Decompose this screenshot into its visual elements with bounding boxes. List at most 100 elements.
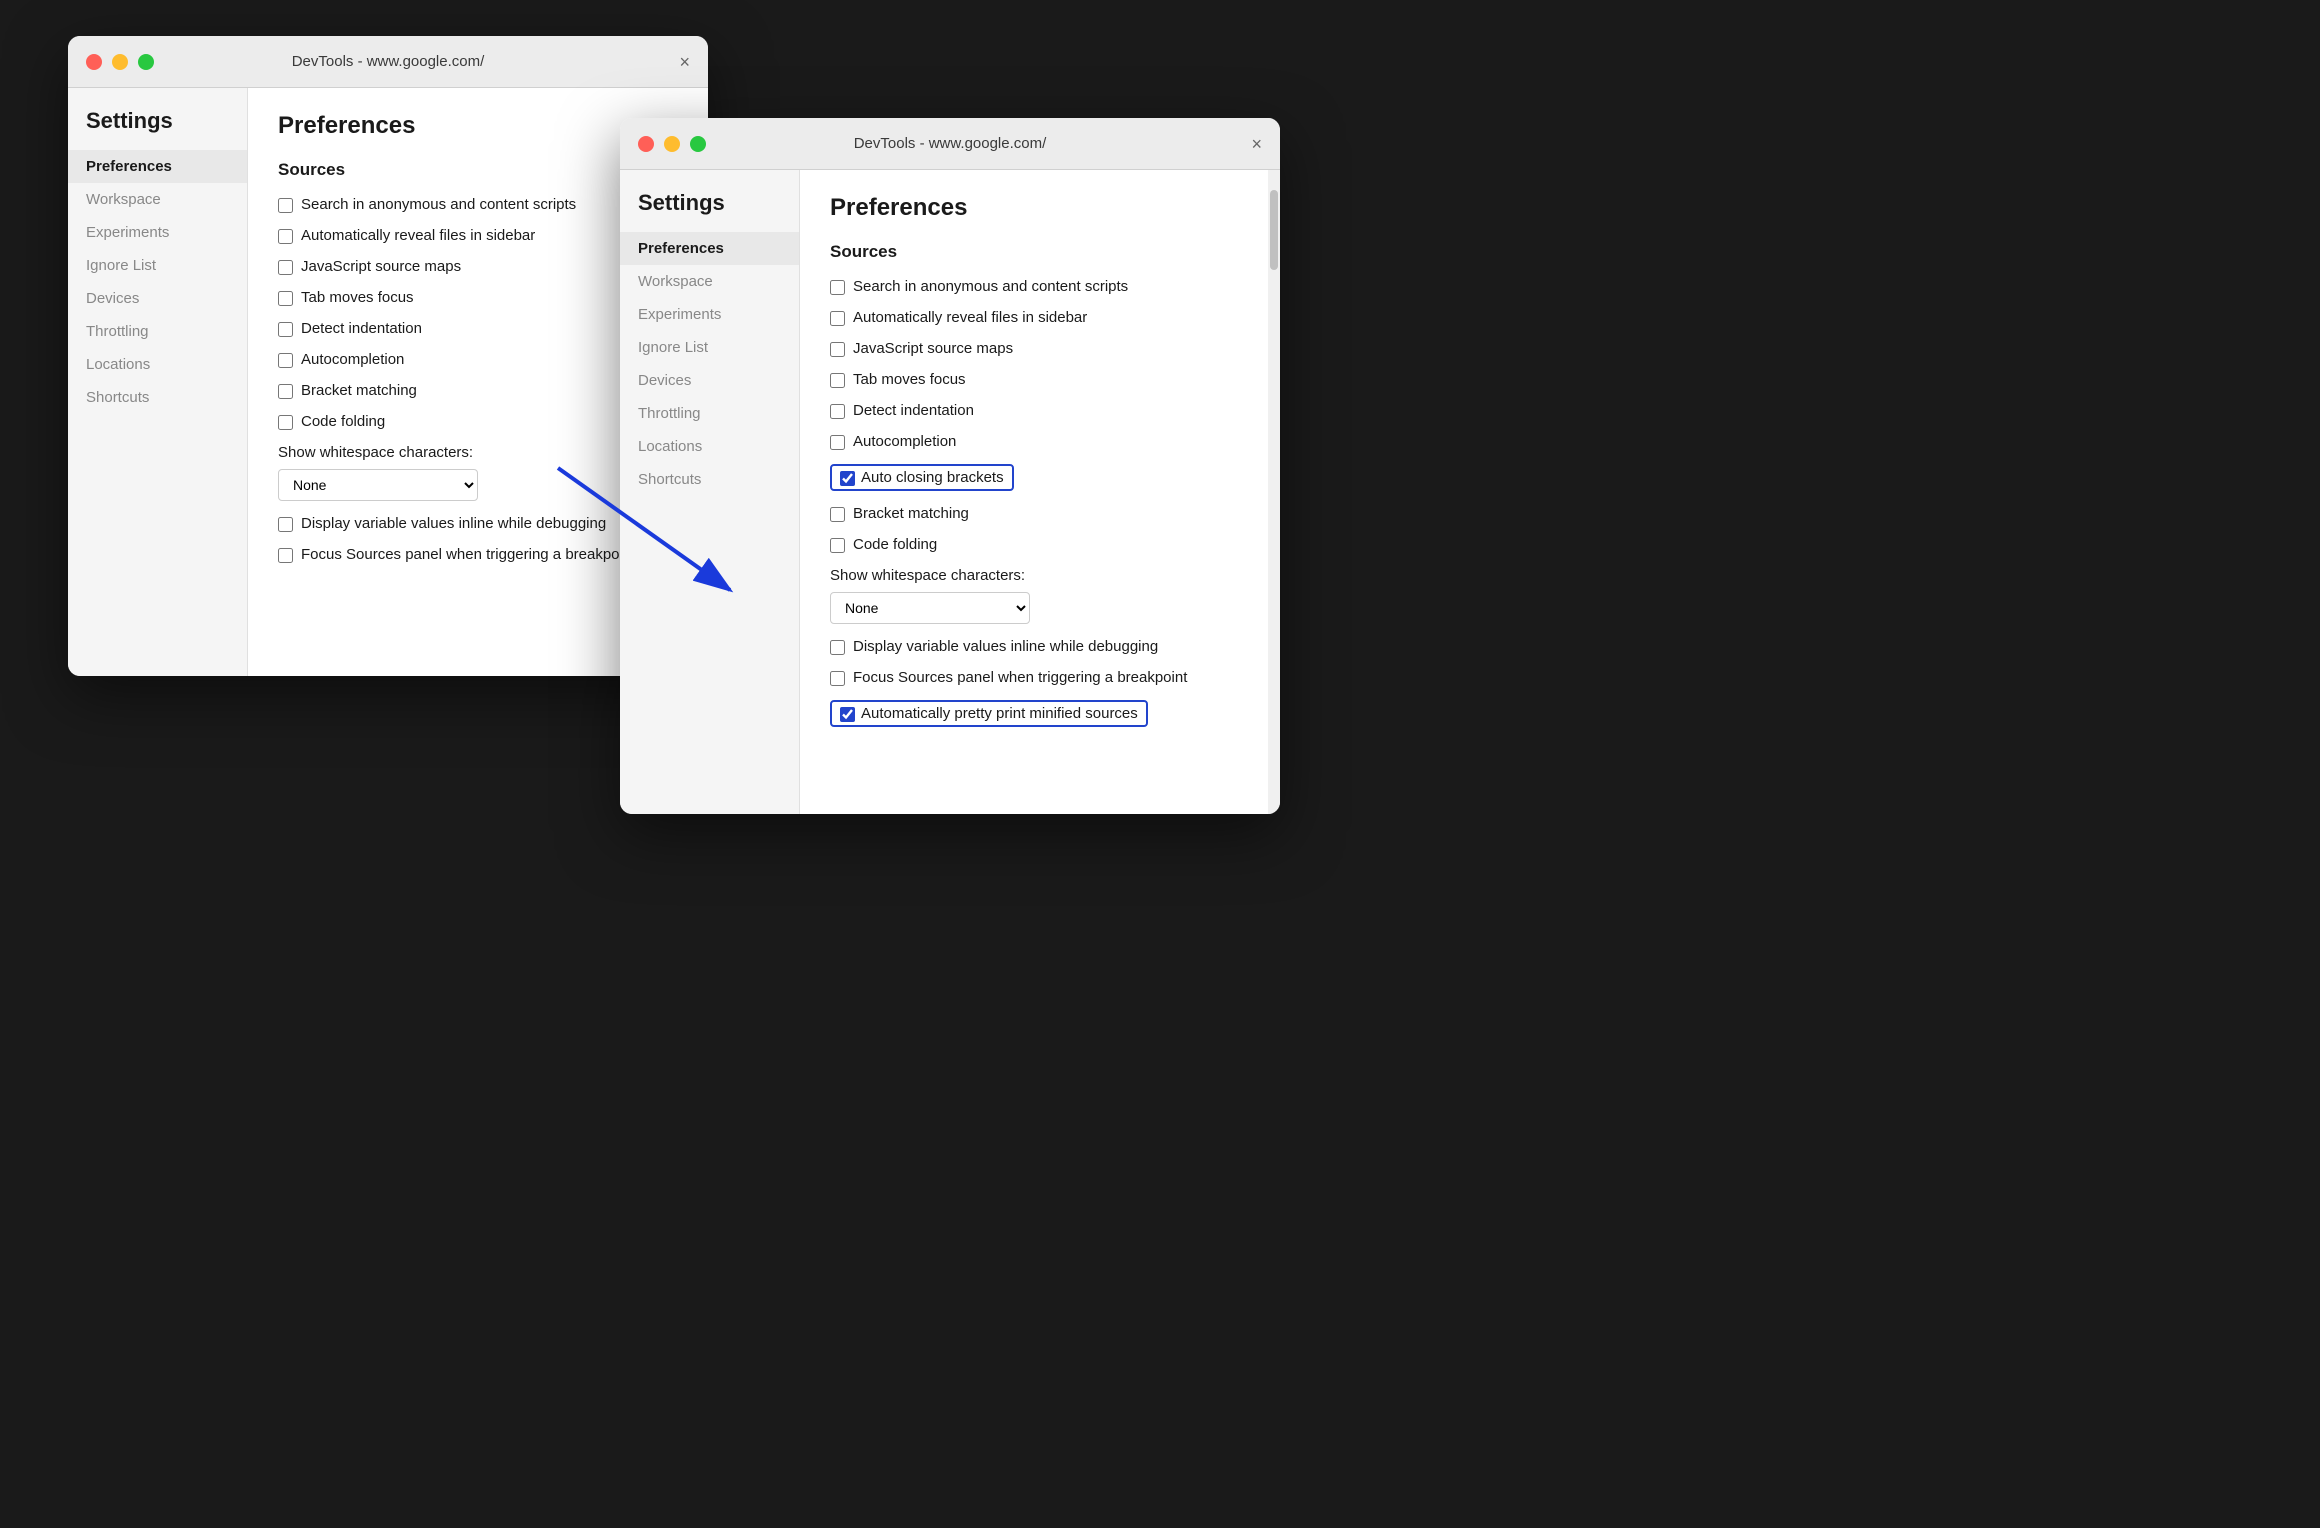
minimize-button-2[interactable] [664, 136, 680, 152]
checkbox-indent-input-2[interactable] [830, 404, 845, 419]
maximize-button-2[interactable] [690, 136, 706, 152]
window-title-1: DevTools - www.google.com/ [292, 53, 485, 70]
checkbox-autocomp-input-2[interactable] [830, 435, 845, 450]
window-controls-1 [86, 54, 154, 70]
settings-body-2: Settings Preferences Workspace Experimen… [620, 170, 1280, 814]
maximize-button-1[interactable] [138, 54, 154, 70]
checkbox-codefolding-label-1: Code folding [301, 413, 385, 430]
checkbox-focussources-label-2: Focus Sources panel when triggering a br… [853, 669, 1187, 686]
checkbox-codefolding-input-1[interactable] [278, 415, 293, 430]
checkbox-focussources-input-1[interactable] [278, 548, 293, 563]
close-button-1[interactable] [86, 54, 102, 70]
checkbox-tabfocus-input-2[interactable] [830, 373, 845, 388]
window-1: DevTools - www.google.com/ × Settings Pr… [68, 36, 708, 676]
checkbox-reveal-input-1[interactable] [278, 229, 293, 244]
sidebar-item-preferences-1[interactable]: Preferences [68, 150, 247, 183]
scrollbar-2[interactable] [1268, 170, 1280, 814]
window-controls-2 [638, 136, 706, 152]
preferences-title-2: Preferences [830, 194, 1256, 222]
settings-sidebar-1: Settings Preferences Workspace Experimen… [68, 88, 248, 676]
checkbox-sourcemaps-input-2[interactable] [830, 342, 845, 357]
checkbox-anon-input-1[interactable] [278, 198, 293, 213]
checkbox-varinline-2: Display variable values inline while deb… [830, 638, 1256, 655]
checkbox-prettyprint-label-2: Automatically pretty print minified sour… [861, 705, 1138, 722]
checkbox-bracket-input-1[interactable] [278, 384, 293, 399]
minimize-button-1[interactable] [112, 54, 128, 70]
checkbox-anon-2: Search in anonymous and content scripts [830, 278, 1256, 295]
checkbox-indent-2: Detect indentation [830, 402, 1256, 419]
sidebar-item-experiments-1[interactable]: Experiments [68, 216, 247, 249]
checkbox-indent-input-1[interactable] [278, 322, 293, 337]
checkbox-autoclosing-input-2[interactable] [840, 471, 855, 486]
whitespace-dropdown-2: Show whitespace characters: None All Tra… [830, 567, 1256, 624]
checkbox-codefolding-2: Code folding [830, 536, 1256, 553]
prettyprint-highlight-box: Automatically pretty print minified sour… [830, 700, 1148, 727]
settings-title-2: Settings [620, 190, 799, 232]
whitespace-label-2: Show whitespace characters: [830, 567, 1256, 584]
window-2: DevTools - www.google.com/ × Settings Pr… [620, 118, 1280, 814]
checkbox-focussources-input-2[interactable] [830, 671, 845, 686]
checkbox-autocomp-2: Autocompletion [830, 433, 1256, 450]
whitespace-select-1[interactable]: None All Trailing [278, 469, 478, 501]
checkbox-anon-label-1: Search in anonymous and content scripts [301, 196, 576, 213]
sidebar-item-ignorelist-1[interactable]: Ignore List [68, 249, 247, 282]
window-title-2: DevTools - www.google.com/ [854, 135, 1047, 152]
sidebar-item-throttling-2[interactable]: Throttling [620, 397, 799, 430]
scroll-thumb-2[interactable] [1270, 190, 1278, 270]
checkbox-autocomp-label-2: Autocompletion [853, 433, 956, 450]
autoclosing-highlight-box: Auto closing brackets [830, 464, 1014, 491]
checkbox-prettyprint-input-2[interactable] [840, 707, 855, 722]
checkbox-codefolding-label-2: Code folding [853, 536, 937, 553]
settings-sidebar-2: Settings Preferences Workspace Experimen… [620, 170, 800, 814]
checkbox-focussources-2: Focus Sources panel when triggering a br… [830, 669, 1256, 686]
sidebar-item-devices-2[interactable]: Devices [620, 364, 799, 397]
checkbox-autocomp-label-1: Autocompletion [301, 351, 404, 368]
checkbox-tabfocus-label-2: Tab moves focus [853, 371, 966, 388]
checkbox-autoclosing-2: Auto closing brackets [830, 464, 1256, 491]
checkbox-indent-label-2: Detect indentation [853, 402, 974, 419]
sidebar-item-preferences-2[interactable]: Preferences [620, 232, 799, 265]
checkbox-reveal-2: Automatically reveal files in sidebar [830, 309, 1256, 326]
checkbox-codefolding-input-2[interactable] [830, 538, 845, 553]
sidebar-item-locations-2[interactable]: Locations [620, 430, 799, 463]
sidebar-item-shortcuts-1[interactable]: Shortcuts [68, 381, 247, 414]
close-button-2[interactable] [638, 136, 654, 152]
sidebar-item-shortcuts-2[interactable]: Shortcuts [620, 463, 799, 496]
sidebar-item-locations-1[interactable]: Locations [68, 348, 247, 381]
settings-title-1: Settings [68, 108, 247, 150]
checkbox-tabfocus-input-1[interactable] [278, 291, 293, 306]
checkbox-bracketmatching-2: Bracket matching [830, 505, 1256, 522]
settings-content-2: Preferences Sources Search in anonymous … [800, 170, 1280, 814]
checkbox-anon-label-2: Search in anonymous and content scripts [853, 278, 1128, 295]
checkbox-bracket-label-1: Bracket matching [301, 382, 417, 399]
sidebar-item-devices-1[interactable]: Devices [68, 282, 247, 315]
sidebar-item-ignorelist-2[interactable]: Ignore List [620, 331, 799, 364]
checkbox-reveal-input-2[interactable] [830, 311, 845, 326]
checkbox-prettyprint-2: Automatically pretty print minified sour… [830, 700, 1256, 727]
checkbox-bracketmatching-input-2[interactable] [830, 507, 845, 522]
checkbox-bracketmatching-label-2: Bracket matching [853, 505, 969, 522]
sidebar-item-workspace-1[interactable]: Workspace [68, 183, 247, 216]
window-close-x-1[interactable]: × [679, 53, 690, 71]
section-title-2: Sources [830, 242, 1256, 262]
settings-body-1: Settings Preferences Workspace Experimen… [68, 88, 708, 676]
checkbox-sourcemaps-label-2: JavaScript source maps [853, 340, 1013, 357]
checkbox-varinline-input-2[interactable] [830, 640, 845, 655]
checkbox-autocomp-input-1[interactable] [278, 353, 293, 368]
checkbox-sourcemaps-input-1[interactable] [278, 260, 293, 275]
window-close-x-2[interactable]: × [1251, 135, 1262, 153]
checkbox-tabfocus-label-1: Tab moves focus [301, 289, 414, 306]
checkbox-sourcemaps-label-1: JavaScript source maps [301, 258, 461, 275]
checkbox-tabfocus-2: Tab moves focus [830, 371, 1256, 388]
whitespace-select-2[interactable]: None All Trailing [830, 592, 1030, 624]
sidebar-item-throttling-1[interactable]: Throttling [68, 315, 247, 348]
checkbox-focussources-label-1: Focus Sources panel when triggering a br… [301, 546, 635, 563]
checkbox-varinline-input-1[interactable] [278, 517, 293, 532]
checkbox-varinline-label-1: Display variable values inline while deb… [301, 515, 606, 532]
checkbox-anon-input-2[interactable] [830, 280, 845, 295]
titlebar-2: DevTools - www.google.com/ × [620, 118, 1280, 170]
checkbox-reveal-label-1: Automatically reveal files in sidebar [301, 227, 535, 244]
sidebar-item-experiments-2[interactable]: Experiments [620, 298, 799, 331]
sidebar-item-workspace-2[interactable]: Workspace [620, 265, 799, 298]
checkbox-varinline-label-2: Display variable values inline while deb… [853, 638, 1158, 655]
